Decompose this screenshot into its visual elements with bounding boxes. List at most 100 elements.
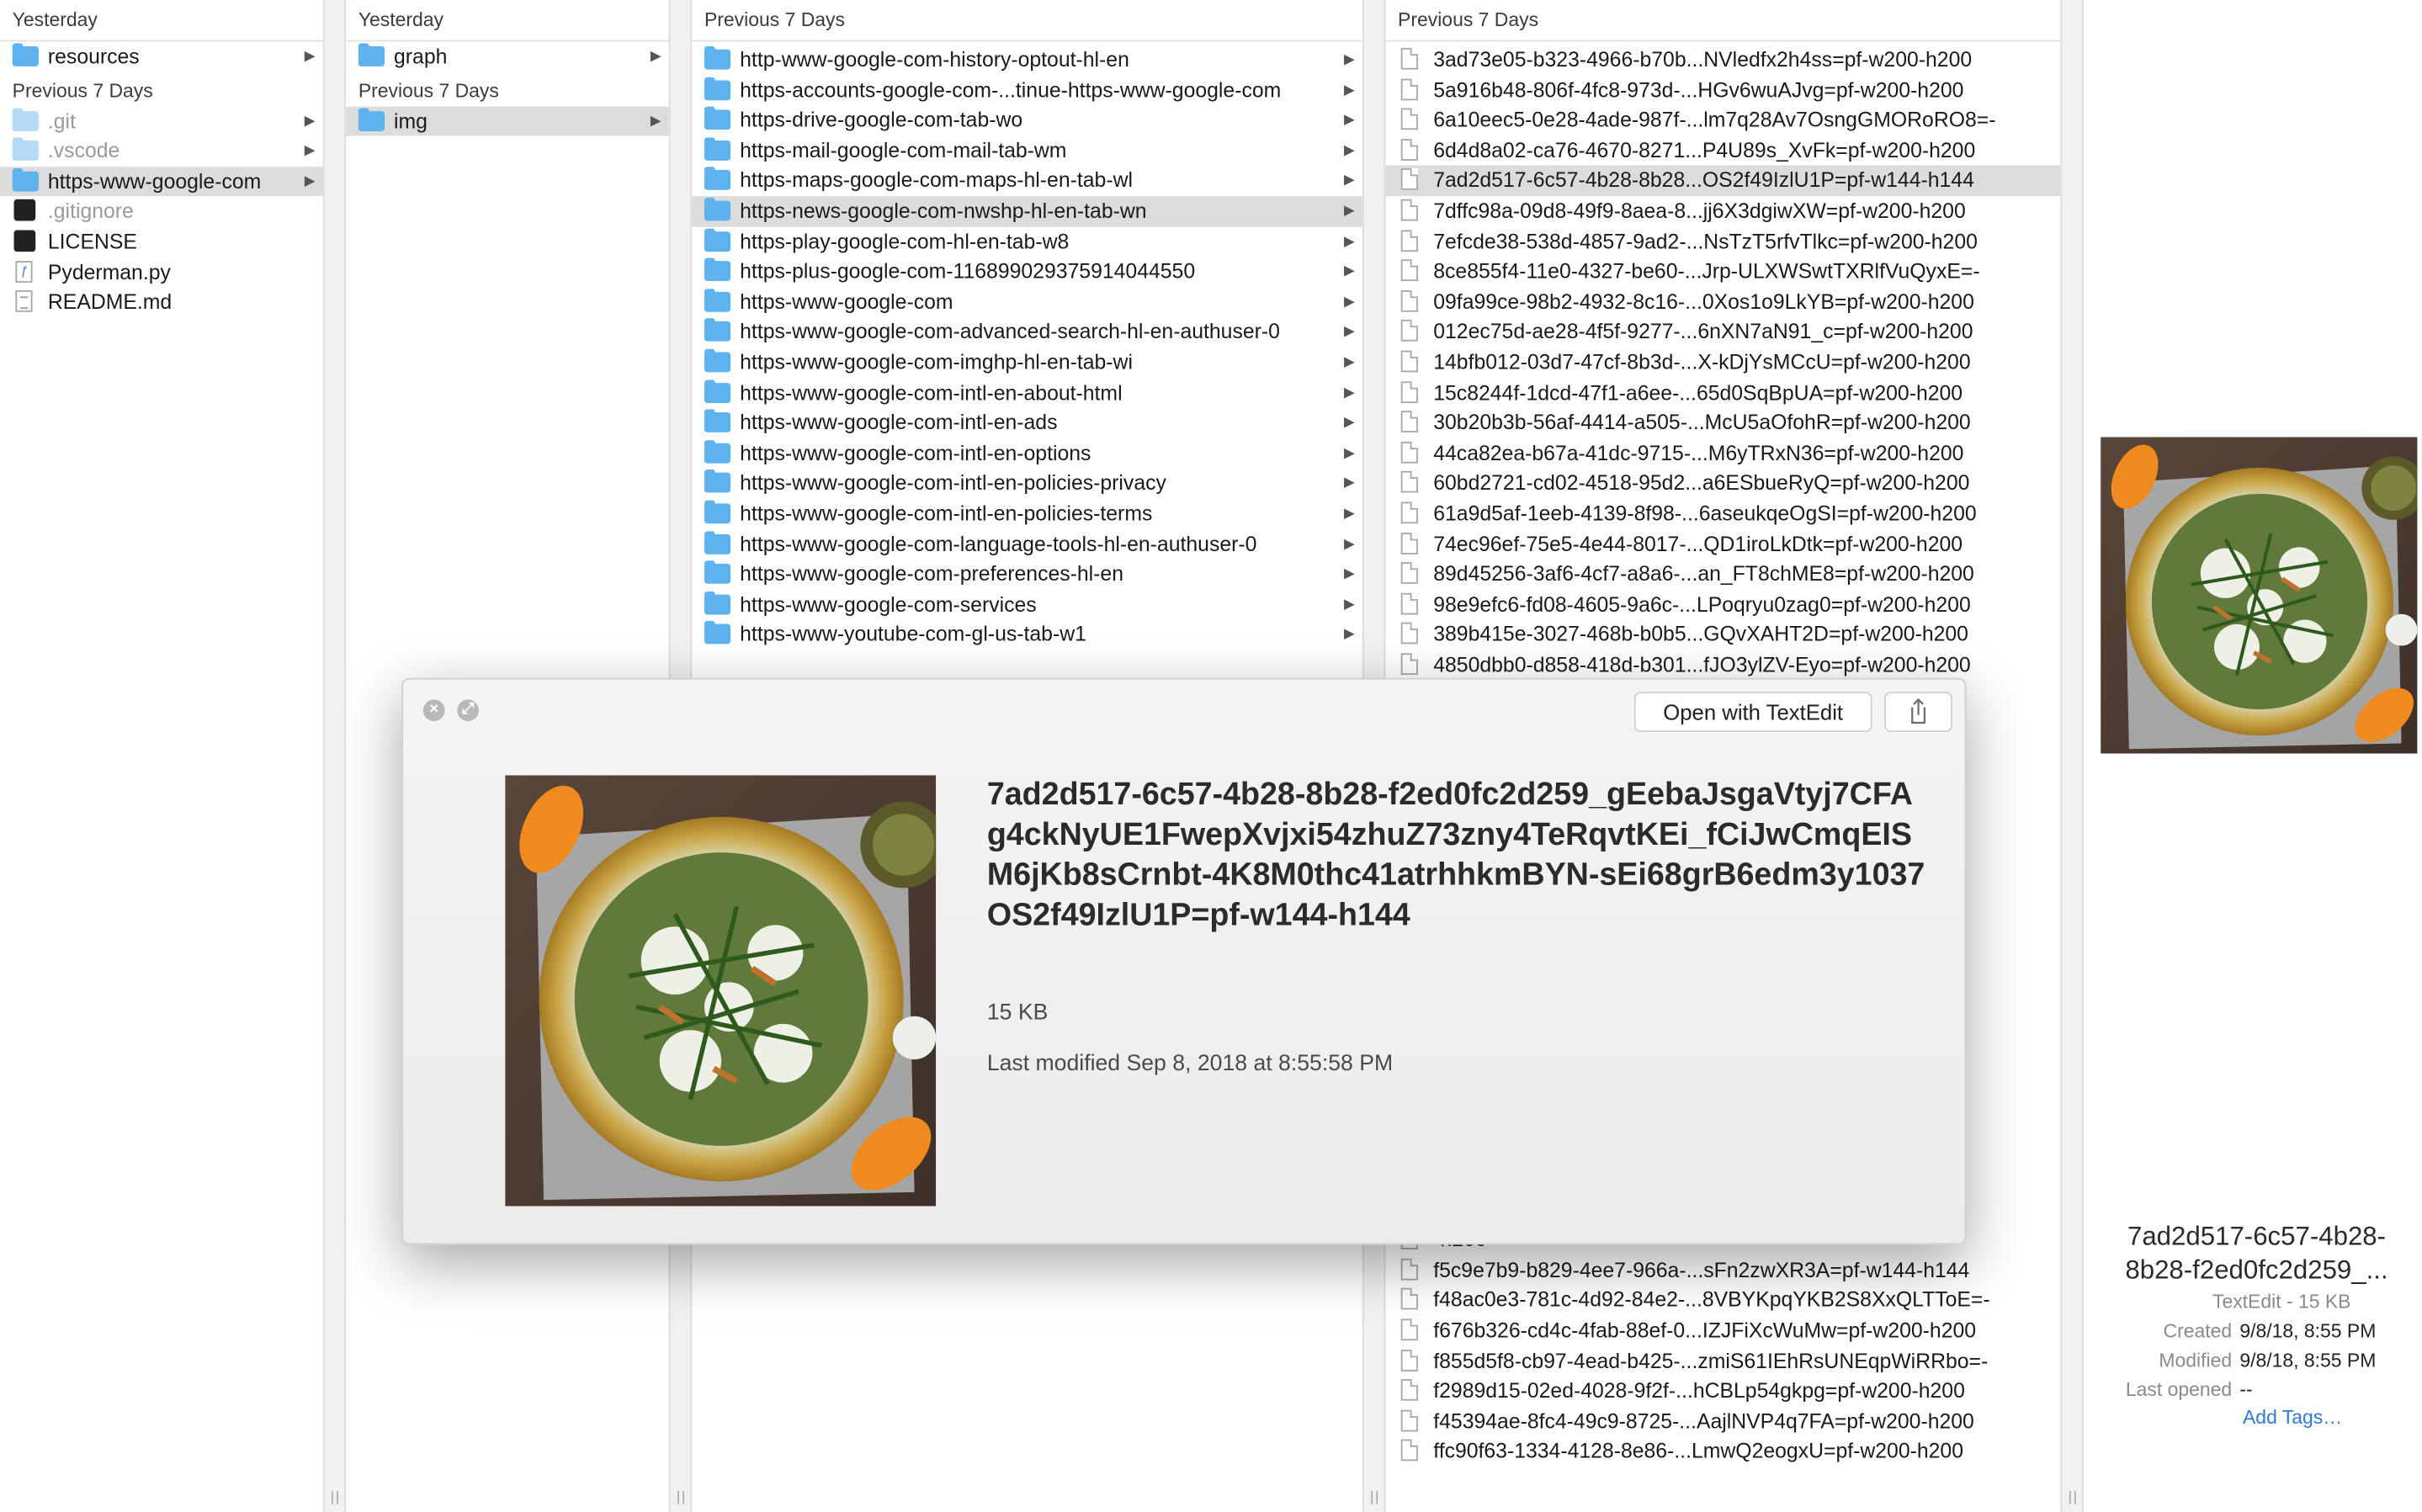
folder-list-item[interactable]: img ▶	[346, 105, 669, 136]
file-list-item[interactable]: 98e9efc6-fd08-4605-9a6c-...LPoqryu0zag0=…	[1385, 590, 2060, 620]
folder-list-item[interactable]: https-www-google-com-services ▶	[692, 590, 1362, 620]
folder-list-item[interactable]: https-maps-google-com-maps-hl-en-tab-wl ▶	[692, 166, 1362, 196]
folder-list-item[interactable]: https-www-google-com-imghp-hl-en-tab-wi ▶	[692, 347, 1362, 378]
file-list-item[interactable]: 60bd2721-cd02-4518-95d2...a6ESbueRyQ=pf-…	[1385, 469, 2060, 499]
folder-list-item[interactable]: .git ▶	[0, 106, 323, 136]
folder-list-item[interactable]: ƒ Pyderman.py	[0, 257, 323, 288]
file-list-item[interactable]: f48ac0e3-781c-4d92-84e2-...8VBYKpqYKB2S8…	[1385, 1286, 2060, 1316]
folder-list-item[interactable]: https-accounts-google-com-...tinue-https…	[692, 75, 1362, 105]
chevron-right-icon: ▶	[1343, 50, 1355, 66]
item-name: graph	[394, 45, 448, 68]
meta-key-label: Last opened	[2125, 1379, 2233, 1401]
item-name: resources	[47, 45, 140, 68]
document-icon	[1400, 532, 1418, 554]
chevron-right-icon: ▶	[1343, 323, 1355, 339]
document-icon	[1400, 380, 1418, 403]
file-list-item[interactable]: 4850dbb0-d858-418d-b301...fJO3ylZV-Eyo=p…	[1385, 650, 2060, 680]
meta-value-text: 9/8/18, 8:55 PM	[2239, 1350, 2377, 1371]
folder-list-item[interactable]: resources ▶	[0, 42, 323, 72]
file-list-item[interactable]: 7ad2d517-6c57-4b28-8b28...OS2f49IzlU1P=p…	[1385, 166, 2061, 197]
item-name: 7efcde38-538d-4857-9ad2-...NsTzT5rfvTlkc…	[1433, 229, 1978, 253]
file-list-item[interactable]: 8ce855f4-11e0-4327-be60-...Jrp-ULXWSwtTX…	[1385, 257, 2060, 287]
open-with-textedit-button[interactable]: Open with TextEdit	[1633, 692, 1872, 732]
folder-list-item[interactable]: https-news-google-com-nwshp-hl-en-tab-wn…	[692, 196, 1362, 227]
meta-key-label: Modified	[2159, 1350, 2233, 1371]
document-icon	[1400, 562, 1418, 584]
file-list-item[interactable]: 61a9d5af-1eeb-4139-8f98-...6aseukqeOgSI=…	[1385, 499, 2060, 529]
file-list-item[interactable]: 15c8244f-1dcd-47f1-a6ee-...65d0SqBpUA=pf…	[1385, 378, 2060, 408]
folder-list-item[interactable]: https-www-google-com-intl-en-policies-te…	[692, 499, 1362, 529]
folder-icon	[704, 409, 731, 433]
file-list-item[interactable]: 7dffc98a-09d8-49f9-8aea-8...jj6X3dgiwXW=…	[1385, 196, 2060, 226]
share-button[interactable]	[1884, 692, 1952, 732]
folder-list-item[interactable]: https-www-google-com-intl-en-ads ▶	[692, 408, 1362, 438]
file-list-item[interactable]: 6d4d8a02-ca76-4670-8271...P4U89s_XvFk=pf…	[1385, 135, 2060, 166]
folder-list-item[interactable]: https-www-google-com-advanced-search-hl-…	[692, 317, 1362, 347]
add-tags-link[interactable]: Add Tags…	[2243, 1407, 2342, 1429]
file-list-item[interactable]: 012ec75d-ae28-4f5f-9277-...6nXN7aN91_c=p…	[1385, 317, 2060, 347]
folder-list-item[interactable]: LICENSE	[0, 227, 323, 257]
column-1-resize-handle[interactable]: ||	[322, 0, 347, 1512]
file-list-item[interactable]: f855d5f8-cb97-4ead-b425-...zmiS61IEhRsUN…	[1385, 1346, 2060, 1377]
document-icon	[1400, 1440, 1418, 1462]
item-name: https-plus-google-com-116899029375914044…	[740, 259, 1196, 284]
folder-list-item[interactable]: https-www-google-com-intl-en-options ▶	[692, 438, 1362, 469]
item-name: 8ce855f4-11e0-4327-be60-...Jrp-ULXWSwtTX…	[1433, 259, 1980, 284]
file-list-item[interactable]: f5c9e7b9-b829-4ee7-966a-...sFn2zwXR3A=pf…	[1385, 1255, 2060, 1286]
document-icon	[1400, 320, 1418, 342]
file-list-item[interactable]: 44ca82ea-b67a-41dc-9715-...M6yTRxN36=pf-…	[1385, 438, 2060, 469]
document-icon	[1400, 1349, 1418, 1371]
close-icon[interactable]: ×	[422, 699, 445, 722]
file-list-item[interactable]: 6a10eec5-0e28-4ade-987f-...lm7q28Av7Osng…	[1385, 105, 2060, 135]
folder-list-item[interactable]: https-mail-google-com-mail-tab-wm ▶	[692, 135, 1362, 166]
column-1: Yesterday resources ▶ Previous 7 Days .gi…	[0, 0, 323, 1512]
folder-list-item[interactable]: README.md	[0, 288, 323, 318]
folder-icon	[704, 591, 731, 614]
folder-list-item[interactable]: https-www-google-com-preferences-hl-en ▶	[692, 560, 1362, 590]
item-name: https-www-google-com-intl-en-ads	[740, 411, 1058, 434]
folder-list-item[interactable]: https-www-google-com ▶	[0, 166, 323, 197]
file-list-item[interactable]: 3ad73e05-b323-4966-b70b...NVledfx2h4ss=p…	[1385, 45, 2060, 75]
file-list-item[interactable]: 09fa99ce-98b2-4932-8c16-...0Xos1o9LkYB=p…	[1385, 287, 2060, 317]
folder-list-item[interactable]: https-plus-google-com-116899029375914044…	[692, 257, 1362, 287]
item-name: 74ec96ef-75e5-4e44-8017-...QD1iroLkDtk=p…	[1433, 532, 1963, 555]
folder-list-item[interactable]: https-drive-google-com-tab-wo ▶	[692, 105, 1362, 135]
item-name: https-news-google-com-nwshp-hl-en-tab-wn	[740, 199, 1147, 223]
folder-list-item[interactable]: https-www-google-com ▶	[692, 287, 1362, 317]
chevron-right-icon: ▶	[1343, 565, 1355, 581]
file-list-item[interactable]: 7efcde38-538d-4857-9ad2-...NsTzT5rfvTlkc…	[1385, 226, 2060, 257]
fullscreen-icon[interactable]: ⤢	[457, 699, 479, 722]
file-list-item[interactable]: 89d45256-3af6-4cf7-a8a6-...an_FT8chME8=p…	[1385, 560, 2060, 590]
folder-icon	[12, 137, 39, 162]
file-list-item[interactable]: f676b326-cd4c-4fab-88ef-0...IZJFiXcWuMw=…	[1385, 1316, 2060, 1346]
item-name: f676b326-cd4c-4fab-88ef-0...IZJFiXcWuMw=…	[1433, 1318, 1977, 1342]
folder-list-item[interactable]: https-www-youtube-com-gl-us-tab-w1 ▶	[692, 620, 1362, 650]
column-2-section: Previous 7 Days	[358, 79, 499, 102]
folder-list-item[interactable]: .vscode ▶	[0, 136, 323, 167]
file-list-item[interactable]: ffc90f63-1334-4128-8e86-...LmwQ2eogxU=pf…	[1385, 1436, 2060, 1467]
file-list-item[interactable]: f2989d15-02ed-4028-9f2f-...hCBLp54gkpg=p…	[1385, 1377, 2060, 1407]
item-name: https-play-google-com-hl-en-tab-w8	[740, 229, 1070, 253]
preview-kind: TextEdit - 15 KB	[2212, 1291, 2351, 1313]
file-list-item[interactable]: 5a916b48-806f-4fc8-973d-...HGv6wuAJvg=pf…	[1385, 75, 2060, 105]
file-list-item[interactable]: 74ec96ef-75e5-4e44-8017-...QD1iroLkDtk=p…	[1385, 529, 2060, 560]
file-list-item[interactable]: 30b20b3b-56af-4414-a505-...McU5aOfohR=pf…	[1385, 408, 2060, 438]
document-icon	[1400, 350, 1418, 373]
folder-list-item[interactable]: https-www-google-com-intl-en-about-html ▶	[692, 378, 1362, 408]
folder-list-item[interactable]: http-www-google-com-history-optout-hl-en…	[692, 45, 1362, 75]
folder-list-item[interactable]: https-www-google-com-language-tools-hl-e…	[692, 529, 1362, 560]
folder-list-item[interactable]: .gitignore	[0, 197, 323, 227]
folder-list-item[interactable]: graph ▶	[346, 42, 669, 72]
text-file-icon	[15, 290, 33, 313]
file-list-item[interactable]: 14bfb012-03d7-47cf-8b3d-...X-kDjYsMCcU=p…	[1385, 347, 2060, 378]
folder-list-item[interactable]: https-play-google-com-hl-en-tab-w8 ▶	[692, 226, 1362, 257]
item-name: f2989d15-02ed-4028-9f2f-...hCBLp54gkpg=p…	[1433, 1379, 1965, 1403]
column-4-resize-handle[interactable]: ||	[2060, 0, 2084, 1512]
folder-list-item[interactable]: https-www-google-com-intl-en-policies-pr…	[692, 469, 1362, 499]
document-icon	[1400, 1288, 1418, 1311]
meta-value-text: 9/8/18, 8:55 PM	[2239, 1320, 2377, 1342]
chevron-right-icon: ▶	[1343, 232, 1355, 248]
file-list-item[interactable]: 389b415e-3027-468b-b0b5...GQvXAHT2D=pf-w…	[1385, 620, 2060, 650]
file-list-item[interactable]: f45394ae-8fc4-49c9-8725-...AajlNVP4q7FA=…	[1385, 1407, 2060, 1437]
document-icon	[1400, 138, 1418, 161]
